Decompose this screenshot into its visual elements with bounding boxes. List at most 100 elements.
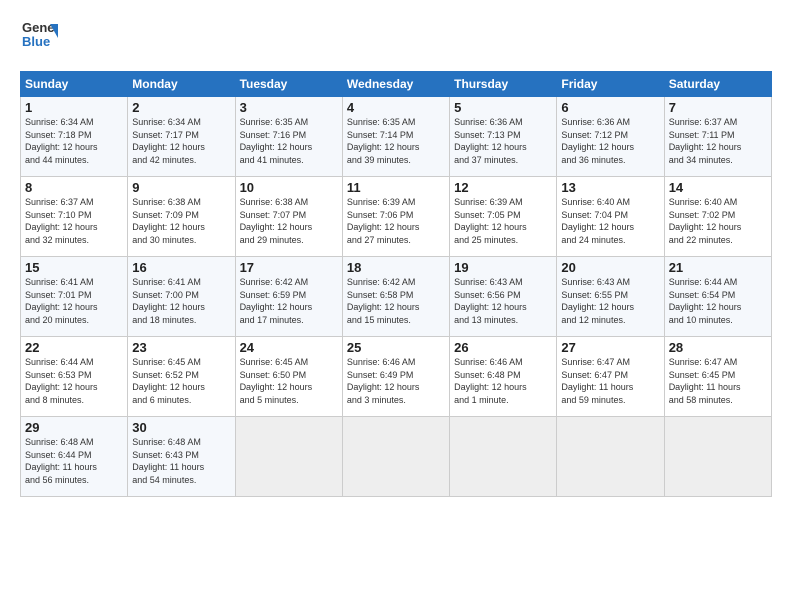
day-number: 18 (347, 260, 445, 275)
day-header-friday: Friday (557, 72, 664, 97)
day-info: Sunrise: 6:42 AMSunset: 6:59 PMDaylight:… (240, 276, 338, 326)
day-info: Sunrise: 6:34 AMSunset: 7:17 PMDaylight:… (132, 116, 230, 166)
day-info: Sunrise: 6:47 AMSunset: 6:47 PMDaylight:… (561, 356, 659, 406)
day-number: 6 (561, 100, 659, 115)
day-number: 14 (669, 180, 767, 195)
day-cell: 11Sunrise: 6:39 AMSunset: 7:06 PMDayligh… (342, 177, 449, 257)
day-info: Sunrise: 6:36 AMSunset: 7:13 PMDaylight:… (454, 116, 552, 166)
day-cell: 5Sunrise: 6:36 AMSunset: 7:13 PMDaylight… (450, 97, 557, 177)
day-info: Sunrise: 6:42 AMSunset: 6:58 PMDaylight:… (347, 276, 445, 326)
day-info: Sunrise: 6:39 AMSunset: 7:06 PMDaylight:… (347, 196, 445, 246)
week-row-1: 1Sunrise: 6:34 AMSunset: 7:18 PMDaylight… (21, 97, 772, 177)
day-cell: 25Sunrise: 6:46 AMSunset: 6:49 PMDayligh… (342, 337, 449, 417)
day-cell: 19Sunrise: 6:43 AMSunset: 6:56 PMDayligh… (450, 257, 557, 337)
day-info: Sunrise: 6:46 AMSunset: 6:49 PMDaylight:… (347, 356, 445, 406)
day-cell (664, 417, 771, 497)
day-number: 16 (132, 260, 230, 275)
day-info: Sunrise: 6:40 AMSunset: 7:02 PMDaylight:… (669, 196, 767, 246)
day-cell (557, 417, 664, 497)
day-cell: 15Sunrise: 6:41 AMSunset: 7:01 PMDayligh… (21, 257, 128, 337)
day-number: 26 (454, 340, 552, 355)
day-cell: 14Sunrise: 6:40 AMSunset: 7:02 PMDayligh… (664, 177, 771, 257)
week-row-3: 15Sunrise: 6:41 AMSunset: 7:01 PMDayligh… (21, 257, 772, 337)
day-header-thursday: Thursday (450, 72, 557, 97)
logo: General Blue (20, 16, 62, 59)
day-number: 28 (669, 340, 767, 355)
day-info: Sunrise: 6:43 AMSunset: 6:55 PMDaylight:… (561, 276, 659, 326)
day-cell: 30Sunrise: 6:48 AMSunset: 6:43 PMDayligh… (128, 417, 235, 497)
day-number: 27 (561, 340, 659, 355)
page: General Blue SundayMondayTuesdayWednesda… (0, 0, 792, 612)
day-info: Sunrise: 6:40 AMSunset: 7:04 PMDaylight:… (561, 196, 659, 246)
day-number: 11 (347, 180, 445, 195)
day-info: Sunrise: 6:47 AMSunset: 6:45 PMDaylight:… (669, 356, 767, 406)
week-row-5: 29Sunrise: 6:48 AMSunset: 6:44 PMDayligh… (21, 417, 772, 497)
day-cell: 8Sunrise: 6:37 AMSunset: 7:10 PMDaylight… (21, 177, 128, 257)
day-info: Sunrise: 6:43 AMSunset: 6:56 PMDaylight:… (454, 276, 552, 326)
day-header-monday: Monday (128, 72, 235, 97)
day-header-wednesday: Wednesday (342, 72, 449, 97)
header-row: SundayMondayTuesdayWednesdayThursdayFrid… (21, 72, 772, 97)
day-number: 8 (25, 180, 123, 195)
day-cell: 13Sunrise: 6:40 AMSunset: 7:04 PMDayligh… (557, 177, 664, 257)
day-info: Sunrise: 6:39 AMSunset: 7:05 PMDaylight:… (454, 196, 552, 246)
day-number: 19 (454, 260, 552, 275)
day-number: 9 (132, 180, 230, 195)
day-number: 23 (132, 340, 230, 355)
day-cell: 9Sunrise: 6:38 AMSunset: 7:09 PMDaylight… (128, 177, 235, 257)
day-info: Sunrise: 6:45 AMSunset: 6:50 PMDaylight:… (240, 356, 338, 406)
day-header-tuesday: Tuesday (235, 72, 342, 97)
day-number: 7 (669, 100, 767, 115)
day-number: 13 (561, 180, 659, 195)
day-cell: 23Sunrise: 6:45 AMSunset: 6:52 PMDayligh… (128, 337, 235, 417)
day-cell (235, 417, 342, 497)
day-info: Sunrise: 6:45 AMSunset: 6:52 PMDaylight:… (132, 356, 230, 406)
day-info: Sunrise: 6:37 AMSunset: 7:10 PMDaylight:… (25, 196, 123, 246)
day-info: Sunrise: 6:48 AMSunset: 6:43 PMDaylight:… (132, 436, 230, 486)
day-cell: 20Sunrise: 6:43 AMSunset: 6:55 PMDayligh… (557, 257, 664, 337)
day-header-saturday: Saturday (664, 72, 771, 97)
day-info: Sunrise: 6:38 AMSunset: 7:07 PMDaylight:… (240, 196, 338, 246)
day-cell: 26Sunrise: 6:46 AMSunset: 6:48 PMDayligh… (450, 337, 557, 417)
day-number: 17 (240, 260, 338, 275)
day-cell: 24Sunrise: 6:45 AMSunset: 6:50 PMDayligh… (235, 337, 342, 417)
day-cell: 4Sunrise: 6:35 AMSunset: 7:14 PMDaylight… (342, 97, 449, 177)
day-info: Sunrise: 6:48 AMSunset: 6:44 PMDaylight:… (25, 436, 123, 486)
logo-icon: General Blue (20, 16, 58, 59)
day-cell: 21Sunrise: 6:44 AMSunset: 6:54 PMDayligh… (664, 257, 771, 337)
day-info: Sunrise: 6:41 AMSunset: 7:01 PMDaylight:… (25, 276, 123, 326)
day-number: 22 (25, 340, 123, 355)
day-header-sunday: Sunday (21, 72, 128, 97)
day-number: 25 (347, 340, 445, 355)
day-cell: 3Sunrise: 6:35 AMSunset: 7:16 PMDaylight… (235, 97, 342, 177)
day-cell: 17Sunrise: 6:42 AMSunset: 6:59 PMDayligh… (235, 257, 342, 337)
day-cell (342, 417, 449, 497)
day-info: Sunrise: 6:46 AMSunset: 6:48 PMDaylight:… (454, 356, 552, 406)
day-info: Sunrise: 6:34 AMSunset: 7:18 PMDaylight:… (25, 116, 123, 166)
day-number: 20 (561, 260, 659, 275)
day-info: Sunrise: 6:35 AMSunset: 7:14 PMDaylight:… (347, 116, 445, 166)
day-number: 10 (240, 180, 338, 195)
day-cell: 28Sunrise: 6:47 AMSunset: 6:45 PMDayligh… (664, 337, 771, 417)
day-number: 21 (669, 260, 767, 275)
week-row-4: 22Sunrise: 6:44 AMSunset: 6:53 PMDayligh… (21, 337, 772, 417)
day-number: 3 (240, 100, 338, 115)
day-info: Sunrise: 6:41 AMSunset: 7:00 PMDaylight:… (132, 276, 230, 326)
day-number: 24 (240, 340, 338, 355)
day-number: 15 (25, 260, 123, 275)
day-number: 4 (347, 100, 445, 115)
day-cell (450, 417, 557, 497)
svg-text:Blue: Blue (22, 34, 50, 49)
day-number: 5 (454, 100, 552, 115)
day-cell: 7Sunrise: 6:37 AMSunset: 7:11 PMDaylight… (664, 97, 771, 177)
header: General Blue (20, 16, 772, 59)
day-cell: 27Sunrise: 6:47 AMSunset: 6:47 PMDayligh… (557, 337, 664, 417)
day-cell: 10Sunrise: 6:38 AMSunset: 7:07 PMDayligh… (235, 177, 342, 257)
day-info: Sunrise: 6:36 AMSunset: 7:12 PMDaylight:… (561, 116, 659, 166)
day-cell: 1Sunrise: 6:34 AMSunset: 7:18 PMDaylight… (21, 97, 128, 177)
day-cell: 29Sunrise: 6:48 AMSunset: 6:44 PMDayligh… (21, 417, 128, 497)
day-number: 2 (132, 100, 230, 115)
day-cell: 22Sunrise: 6:44 AMSunset: 6:53 PMDayligh… (21, 337, 128, 417)
day-info: Sunrise: 6:37 AMSunset: 7:11 PMDaylight:… (669, 116, 767, 166)
week-row-2: 8Sunrise: 6:37 AMSunset: 7:10 PMDaylight… (21, 177, 772, 257)
